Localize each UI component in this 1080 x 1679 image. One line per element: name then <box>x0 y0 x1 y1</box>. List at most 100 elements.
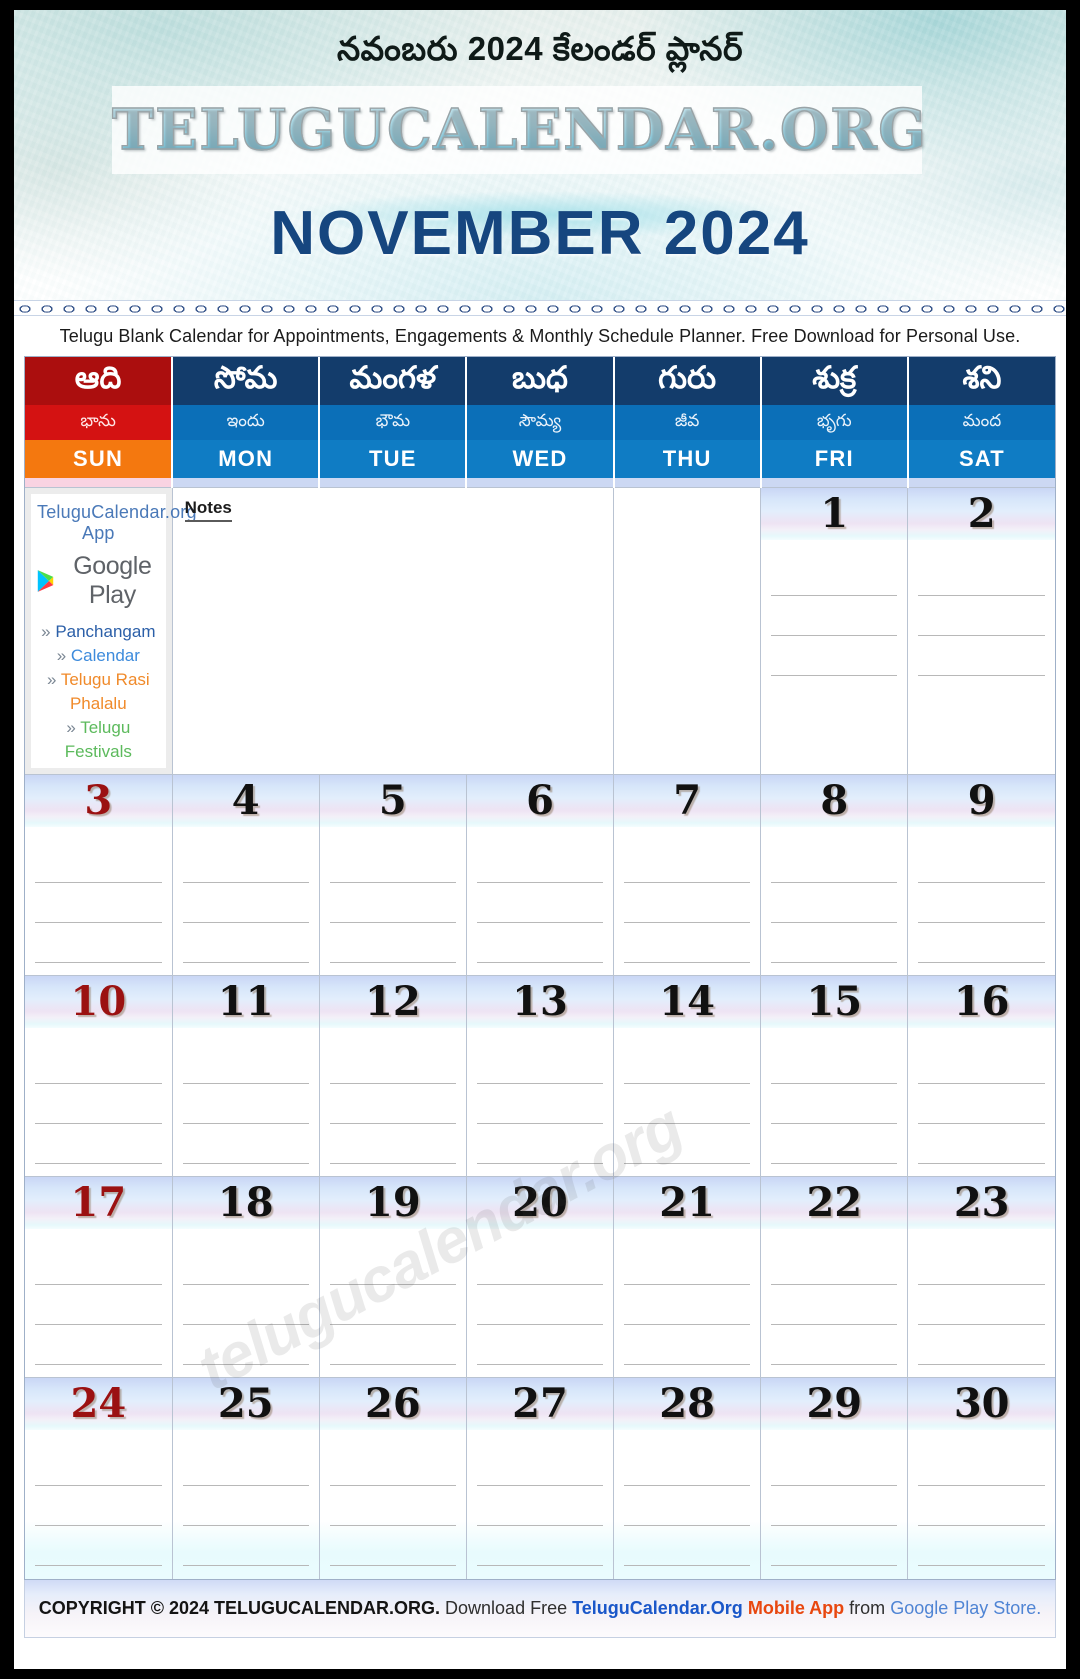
promo-link-calendar[interactable]: Calendar <box>71 646 140 665</box>
day-write-lines[interactable] <box>320 1446 466 1567</box>
write-line[interactable] <box>624 1325 751 1366</box>
write-line[interactable] <box>476 1446 604 1487</box>
write-line[interactable] <box>624 1446 751 1487</box>
day-cell-20[interactable]: 20 <box>466 1176 615 1378</box>
day-write-lines[interactable] <box>614 843 760 964</box>
day-write-lines[interactable] <box>467 1446 613 1567</box>
write-line[interactable] <box>476 1325 604 1366</box>
promo-link-panchangam[interactable]: Panchangam <box>55 622 155 641</box>
write-line[interactable] <box>476 1486 604 1527</box>
day-write-lines[interactable] <box>320 1044 466 1165</box>
write-line[interactable] <box>918 596 1045 636</box>
write-line[interactable] <box>182 1245 309 1286</box>
day-write-lines[interactable] <box>173 1446 319 1567</box>
write-line[interactable] <box>329 1084 456 1125</box>
day-write-lines[interactable] <box>25 1245 172 1366</box>
write-line[interactable] <box>624 1124 751 1165</box>
day-cell-11[interactable]: 11 <box>172 975 320 1177</box>
day-write-lines[interactable] <box>761 1245 907 1366</box>
day-write-lines[interactable] <box>25 1044 172 1165</box>
footer-brand-link[interactable]: TeluguCalendar.Org <box>572 1598 743 1619</box>
write-line[interactable] <box>771 1526 898 1567</box>
day-cell-16[interactable]: 16 <box>907 975 1055 1177</box>
write-line[interactable] <box>329 1526 456 1567</box>
write-line[interactable] <box>476 1526 604 1567</box>
write-line[interactable] <box>182 1446 309 1487</box>
write-line[interactable] <box>918 1084 1045 1125</box>
day-cell-29[interactable]: 29 <box>760 1377 909 1579</box>
write-line[interactable] <box>771 1325 898 1366</box>
day-write-lines[interactable] <box>173 843 319 964</box>
write-line[interactable] <box>35 1084 162 1125</box>
write-line[interactable] <box>329 1245 456 1286</box>
write-line[interactable] <box>329 883 456 924</box>
write-line[interactable] <box>476 1245 604 1286</box>
footer-mobile-app-link[interactable]: Mobile App <box>748 1598 844 1619</box>
write-line[interactable] <box>329 1446 456 1487</box>
day-write-lines[interactable] <box>761 843 907 964</box>
write-line[interactable] <box>476 1044 604 1085</box>
day-write-lines[interactable] <box>908 1446 1055 1567</box>
day-cell-3[interactable]: 3 <box>25 774 173 976</box>
day-cell-23[interactable]: 23 <box>907 1176 1055 1378</box>
write-line[interactable] <box>771 596 898 636</box>
write-line[interactable] <box>35 1245 162 1286</box>
write-line[interactable] <box>624 1245 751 1286</box>
write-line[interactable] <box>624 1285 751 1326</box>
day-cell-1[interactable]: 1 <box>760 486 909 775</box>
day-write-lines[interactable] <box>761 1044 907 1165</box>
day-cell-30[interactable]: 30 <box>907 1377 1055 1579</box>
day-cell-26[interactable]: 26 <box>319 1377 467 1579</box>
write-line[interactable] <box>182 1084 309 1125</box>
write-line[interactable] <box>476 883 604 924</box>
day-write-lines[interactable] <box>614 1446 760 1567</box>
day-cell-21[interactable]: 21 <box>613 1176 762 1378</box>
write-line[interactable] <box>624 923 751 964</box>
write-line[interactable] <box>182 1044 309 1085</box>
day-cell-12[interactable]: 12 <box>319 975 467 1177</box>
write-line[interactable] <box>918 1486 1045 1527</box>
day-write-lines[interactable] <box>908 1245 1055 1366</box>
day-write-lines[interactable] <box>761 1446 907 1567</box>
day-cell-15[interactable]: 15 <box>760 975 909 1177</box>
day-cell-22[interactable]: 22 <box>760 1176 909 1378</box>
write-line[interactable] <box>771 1044 898 1085</box>
write-line[interactable] <box>771 883 898 924</box>
write-line[interactable] <box>771 1285 898 1326</box>
day-cell-13[interactable]: 13 <box>466 975 615 1177</box>
write-line[interactable] <box>35 1446 162 1487</box>
write-line[interactable] <box>329 1044 456 1085</box>
write-line[interactable] <box>918 883 1045 924</box>
write-line[interactable] <box>918 1325 1045 1366</box>
day-cell-27[interactable]: 27 <box>466 1377 615 1579</box>
notes-cell[interactable]: Notes <box>172 486 615 775</box>
write-line[interactable] <box>182 1285 309 1326</box>
write-line[interactable] <box>918 923 1045 964</box>
write-line[interactable] <box>771 843 898 884</box>
day-cell-4[interactable]: 4 <box>172 774 320 976</box>
write-line[interactable] <box>35 1285 162 1326</box>
footer-play-store-link[interactable]: Google Play Store. <box>890 1598 1041 1619</box>
day-cell-28[interactable]: 28 <box>613 1377 762 1579</box>
write-line[interactable] <box>771 1446 898 1487</box>
promo-link-telugu-rasi-phalalu[interactable]: Telugu Rasi Phalalu <box>61 670 150 713</box>
write-line[interactable] <box>918 1446 1045 1487</box>
day-cell-7[interactable]: 7 <box>613 774 762 976</box>
write-line[interactable] <box>329 1124 456 1165</box>
write-line[interactable] <box>329 1285 456 1326</box>
write-line[interactable] <box>35 923 162 964</box>
write-line[interactable] <box>182 843 309 884</box>
write-line[interactable] <box>476 1124 604 1165</box>
write-line[interactable] <box>624 843 751 884</box>
write-line[interactable] <box>918 1245 1045 1286</box>
write-line[interactable] <box>35 1044 162 1085</box>
write-line[interactable] <box>771 923 898 964</box>
write-line[interactable] <box>329 1486 456 1527</box>
day-write-lines[interactable] <box>467 1245 613 1366</box>
write-line[interactable] <box>476 1285 604 1326</box>
day-cell-5[interactable]: 5 <box>319 774 467 976</box>
write-line[interactable] <box>771 1084 898 1125</box>
day-cell-18[interactable]: 18 <box>172 1176 320 1378</box>
write-line[interactable] <box>918 1124 1045 1165</box>
day-write-lines[interactable] <box>614 1044 760 1165</box>
